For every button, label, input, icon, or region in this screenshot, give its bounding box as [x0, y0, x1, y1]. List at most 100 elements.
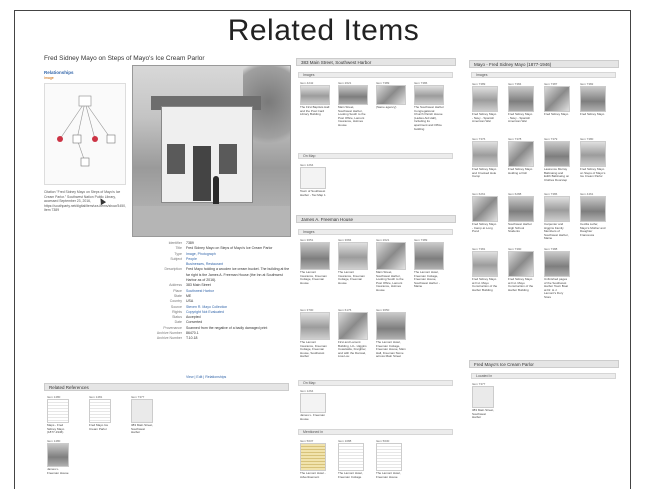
thumbnail-caption: Fred Sidney Mayo - Camp at Long Pond — [472, 222, 497, 234]
thumbnail-caption: Cecilia Lutfer, Mayo's Mother and Daught… — [580, 222, 606, 237]
thumbnail-image — [47, 443, 69, 467]
view-edit-links[interactable]: View | Edit | Relationships — [186, 375, 226, 379]
item-thumbnail[interactable]: Item 7380 Fred Sidney Mayo on Steps of Ma… — [580, 137, 606, 179]
item-thumbnail[interactable]: Item 7388 Unfinished pages of the Southwe… — [544, 247, 570, 300]
slide-title: Related Items — [227, 14, 420, 47]
thumbnail-image — [376, 443, 402, 471]
address-panel: 383 Main Street, Southwest Harbor Images… — [296, 55, 456, 485]
thumbnail-caption: Carpenter and Higgins Family Members of … — [544, 222, 569, 241]
page-title: Fred Sidney Mayo on Steps of Mayo's Ice … — [44, 55, 205, 62]
thumbnail-caption: Fred Sidney Mayo — [580, 112, 605, 116]
item-thumbnail[interactable]: Item 6176 First and Lamont Building, H.L.… — [338, 308, 368, 359]
thumbnail-image — [544, 86, 570, 112]
item-thumbnail[interactable]: Item 7377 383 Main Street, Southwest Harb… — [472, 382, 494, 420]
section-383-main-street[interactable]: 383 Main Street, Southwest Harbor — [296, 58, 456, 66]
thumbnail-caption: The Lamont Insurance, Freeman Cottage, F… — [338, 270, 365, 285]
thumbnail-caption: Maps - Fred Sidney Mayo (1877-1946) — [47, 423, 65, 435]
thumbnail-caption: The Southwest Harbor Congregational Chur… — [414, 105, 445, 131]
map-image — [300, 167, 326, 189]
on-map-label: On Map — [298, 153, 453, 159]
item-thumbnail[interactable]: Item 7384 Fred Sidney Mayo - Navy - Spani… — [508, 82, 534, 124]
thumbnail-caption: The Lamont Hotel, Freeman Cottage — [338, 471, 363, 479]
metadata-key: Description — [164, 267, 182, 272]
item-thumbnail[interactable]: Item 5630 The Lamont Hotel, Freeman House — [376, 439, 402, 479]
item-thumbnail[interactable]: Item 4461 Cecilia Lutfer, Mayo's Mother a… — [580, 192, 606, 237]
item-thumbnail[interactable]: Item 7382 Fred Sidney Mayo — [580, 82, 606, 117]
relationships-graph[interactable] — [44, 83, 126, 185]
item-thumbnail[interactable]: Item 7381 Fred Sidney Mayo at F.H. Mayo C… — [472, 247, 498, 292]
map-thumb[interactable]: Item 1264 Town of Southwest Harbor - Tax… — [300, 163, 326, 197]
thumbnail-caption: Lawrence Murray Babinaing and Edith Babi… — [544, 167, 570, 182]
item-thumbnail[interactable]: Item 2621 Main Street, Southwest Harbor, … — [376, 238, 406, 293]
item-thumbnail[interactable]: Item 7389 The Lamont Hotel, Freeman Cotta… — [414, 238, 444, 289]
section-ice-cream-parlor[interactable]: Fred Mayo's Ice Cream Parlor — [469, 360, 619, 368]
section-fred-sidney-mayo[interactable]: Mayo - Fred Sidney Mayo (1877-1946) — [469, 60, 619, 68]
thumbnail-caption: The Lamont Hotel - Advertisement — [300, 471, 326, 479]
item-thumbnail[interactable]: Item 7386 Carpenter and Higgins Family Me… — [544, 192, 570, 241]
thumbnail-caption: Fred Sidney Mayo - Navy - Spanish Americ… — [472, 112, 497, 124]
thumbnail-image — [89, 399, 111, 423]
thumbnail-caption: The Lamont Hotel, Freeman Cottage, Freem… — [376, 340, 406, 359]
item-thumbnail[interactable]: Item 3650 The Lamont Hotel, Freeman Cotta… — [376, 308, 406, 359]
metadata-row: Description Fred Mayo holding a wooden ic… — [132, 267, 292, 283]
thumbnail-caption: Fred Sidney Mayo and Crooked Hole Camp — [472, 167, 497, 179]
map-caption-2: James L. Freeman House — [300, 413, 326, 421]
citation-text: Citation "Fred Sidney Mayo on Steps of M… — [44, 190, 126, 212]
relationships-link[interactable]: Relationships — [44, 70, 74, 75]
metadata-row: Archive Number T.10.18 — [132, 336, 292, 341]
person-panel: Mayo - Fred Sidney Mayo (1877-1946) Imag… — [469, 55, 619, 485]
thumbnail-image — [338, 242, 368, 270]
thumbnail-image — [472, 141, 498, 167]
thumbnail-caption: Southwest Harbor High School Students — [508, 222, 533, 234]
thumbnail-caption: The Lamont Insurance, Freeman Cottage, F… — [300, 270, 327, 285]
item-thumbnail[interactable]: Item 6261 Fred Sidney Mayo - Camp at Long… — [472, 192, 498, 234]
thumbnail-caption: Fred Mayo Ice Cream Parlor — [89, 423, 109, 431]
main-photo[interactable] — [132, 65, 291, 237]
item-thumbnail[interactable]: Item 1480 James L. Freeman House — [47, 439, 69, 475]
thumbnail-image — [472, 196, 498, 222]
item-thumbnail[interactable]: Item 5637 The Lamont Hotel - Advertisemen… — [300, 439, 326, 479]
item-thumbnail[interactable]: Item 7379 Lawrence Murray Babinaing and E… — [544, 137, 570, 182]
images-label-2: Images — [298, 229, 453, 235]
thumbnail-caption: (Same agency) — [376, 105, 397, 109]
thumbnail-caption: Unfinished pages of the Southwest Harbor… — [544, 277, 568, 299]
thumbnail-caption: Fred Sidney Mayo — [544, 112, 569, 116]
thumbnail-image — [414, 242, 444, 270]
map-thumb-2[interactable]: Item 1264 James L. Freeman House — [300, 389, 326, 421]
item-thumbnail[interactable]: Item 6288 Southwest Harbor High School St… — [508, 192, 534, 234]
item-thumbnail[interactable]: Item 7389 (Same agency) — [376, 81, 406, 110]
thumbnail-image — [580, 141, 606, 167]
thumbnail-image — [376, 85, 406, 105]
on-map-label-2: On Map — [298, 380, 453, 386]
relationships-sub: Image — [44, 76, 54, 80]
item-thumbnail[interactable]: Item 7386 The Southwest Harbor Congregati… — [414, 81, 444, 131]
thumbnail-image — [580, 86, 606, 112]
thumbnail-image — [338, 443, 364, 471]
map-caption: Town of Southwest Harbor - Tax Map 1 — [300, 189, 326, 197]
item-thumbnail[interactable]: Item 7390 Fred Sidney Mayo at F.H. Mayo C… — [508, 247, 534, 292]
item-thumbnail[interactable]: Item 7378 Fred Sidney Mayo Holding a Fish — [508, 137, 534, 175]
thumbnail-caption: Fred Sidney Mayo on Steps of Mayo's Ice … — [580, 167, 606, 179]
item-thumbnail[interactable]: Item 1088 The Lamont Hotel, Freeman Cotta… — [338, 439, 364, 479]
item-thumbnail[interactable]: Item 7376 Fred Sidney Mayo and Crooked Ho… — [472, 137, 498, 179]
item-thumbnail[interactable]: Item 3651 The Lamont Insurance, Freeman C… — [300, 238, 330, 285]
item-thumbnail[interactable]: Item 1481 Fred Mayo Ice Cream Parlor — [89, 395, 111, 431]
thumbnail-image — [508, 86, 534, 112]
item-thumbnail[interactable]: Item 2621 Main Street, Southwest Harbor, … — [338, 81, 368, 128]
section-freeman-house[interactable]: James A. Freeman House — [296, 215, 456, 223]
item-thumbnail[interactable]: Item 4242 The First Baptists Hall and the… — [300, 81, 330, 117]
item-thumbnail[interactable]: Item 1480 Maps - Fred Sidney Mayo (1877-1… — [47, 395, 69, 435]
thumbnail-image — [338, 312, 368, 340]
thumbnail-caption: James L. Freeman House — [47, 467, 69, 475]
thumbnail-image — [300, 312, 330, 340]
item-thumbnail[interactable]: Item 3684 The Lamont Insurance, Freeman C… — [338, 238, 368, 285]
item-thumbnail[interactable]: Item 7389 Fred Sidney Mayo - Navy - Spani… — [472, 82, 498, 124]
thumbnail-caption: The Lamont Hotel, Freeman Cottage, Freem… — [414, 270, 440, 289]
item-thumbnail[interactable]: Item 7377 383 Main Street, Southwest Harb… — [131, 395, 153, 435]
thumbnail-caption: Main Street, Southwest Harbor, Looking S… — [376, 270, 404, 292]
item-thumbnail[interactable]: Item 3700 The Lamont Insurance, Freeman C… — [300, 308, 330, 359]
thumbnail-caption: 383 Main Street, Southwest Harbor — [472, 408, 495, 420]
photo-window — [219, 144, 237, 174]
item-thumbnail[interactable]: Item 7387 Fred Sidney Mayo — [544, 82, 570, 117]
thumbnail-image — [376, 242, 406, 270]
